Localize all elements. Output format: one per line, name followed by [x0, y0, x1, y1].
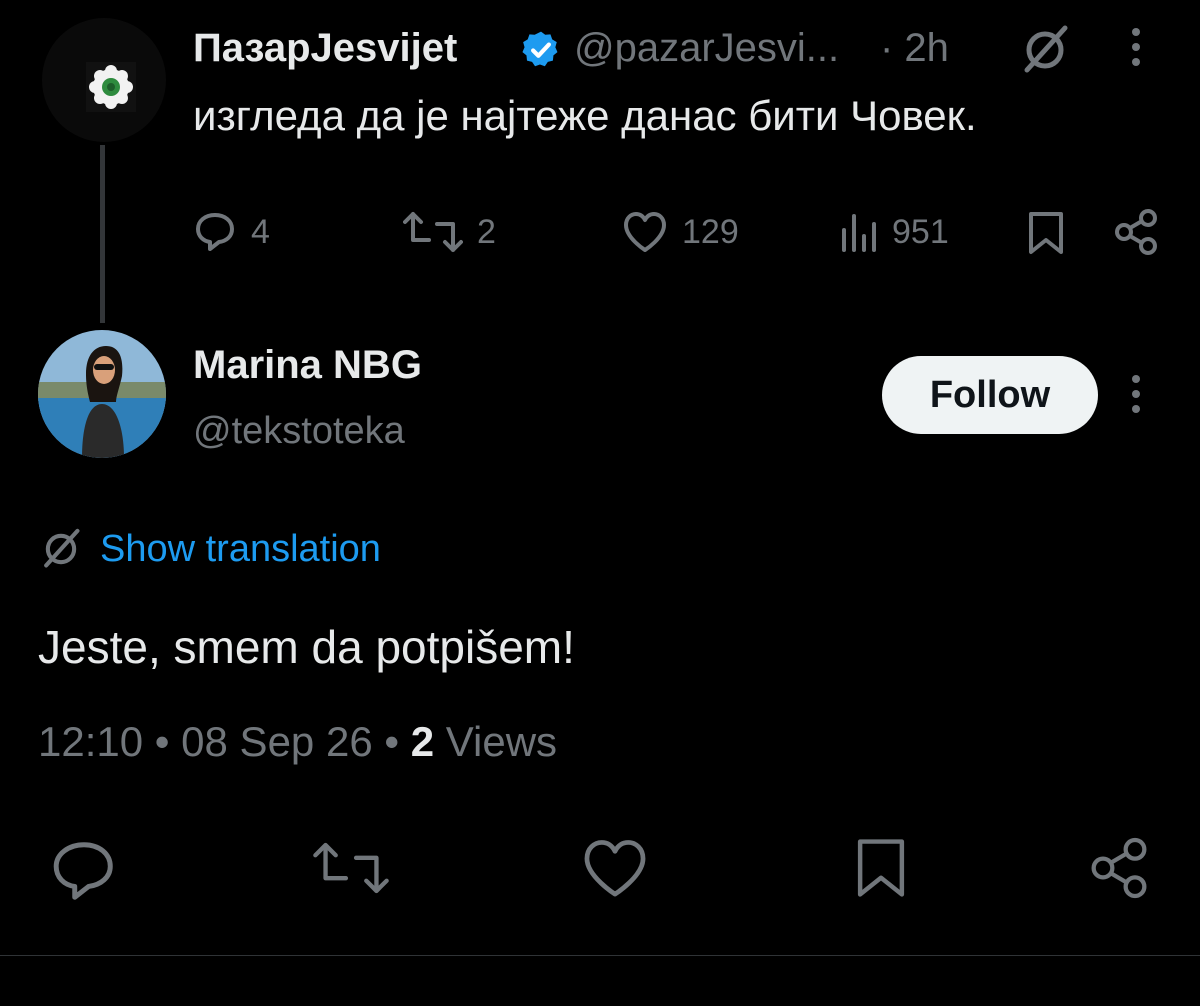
reply-handle[interactable]: @tekstoteka [193, 410, 405, 453]
parent-more-icon[interactable] [1125, 26, 1147, 70]
parent-display-name[interactable]: ПазарJesvijet [193, 26, 457, 71]
reply-display-name[interactable]: Marina NBG [193, 343, 422, 388]
repost-icon [403, 212, 463, 252]
meta-separator: • [384, 718, 400, 765]
like-action[interactable]: 129 [622, 210, 739, 254]
tweet-metadata: 12:10 • 08 Sep 26 • 2 Views [38, 718, 557, 766]
translate-icon [44, 528, 80, 568]
tweet-views-count[interactable]: 2 [411, 718, 434, 765]
translate-icon[interactable] [1017, 22, 1073, 78]
reply-action[interactable]: 4 [193, 210, 270, 254]
reply-count: 4 [251, 212, 270, 251]
tweet-date[interactable]: 08 Sep 26 [181, 718, 373, 765]
views-count: 951 [892, 212, 949, 251]
reply-icon[interactable] [50, 840, 118, 902]
share-icon[interactable] [1086, 836, 1152, 900]
like-icon [624, 212, 666, 252]
views-action[interactable]: 951 [838, 210, 949, 254]
show-translation-label[interactable]: Show translation [100, 528, 381, 571]
meta-separator: • [154, 718, 170, 765]
repost-icon[interactable] [312, 840, 390, 896]
like-icon[interactable] [580, 838, 650, 900]
profile-photo-icon [38, 330, 166, 458]
parent-tweet-text: изгледа да је најтеже данас бити Човек. [193, 92, 977, 139]
bookmark-icon[interactable] [852, 836, 910, 900]
parent-avatar[interactable] [42, 18, 166, 142]
verified-badge-icon [520, 29, 562, 71]
reply-more-icon[interactable] [1125, 373, 1147, 417]
share-icon[interactable] [1112, 208, 1160, 256]
like-count: 129 [682, 212, 739, 251]
tweet-views-label[interactable]: Views [446, 718, 557, 765]
follow-button[interactable]: Follow [882, 356, 1098, 434]
flower-logo-icon [86, 62, 136, 112]
reply-tweet-text: Jeste, smem da potpišem! [38, 621, 575, 673]
divider [0, 955, 1200, 956]
parent-timestamp[interactable]: · 2h [880, 26, 949, 71]
parent-handle[interactable]: @pazarJesvi... [574, 26, 839, 71]
show-translation-link[interactable]: Show translation [38, 526, 381, 572]
thread-connector-line [100, 145, 105, 323]
repost-count: 2 [477, 212, 496, 251]
repost-action[interactable]: 2 [403, 210, 496, 254]
tweet-time[interactable]: 12:10 [38, 718, 143, 765]
views-icon [842, 214, 876, 252]
reply-avatar[interactable] [38, 330, 166, 458]
reply-icon [196, 213, 234, 251]
bookmark-icon[interactable] [1026, 210, 1066, 256]
